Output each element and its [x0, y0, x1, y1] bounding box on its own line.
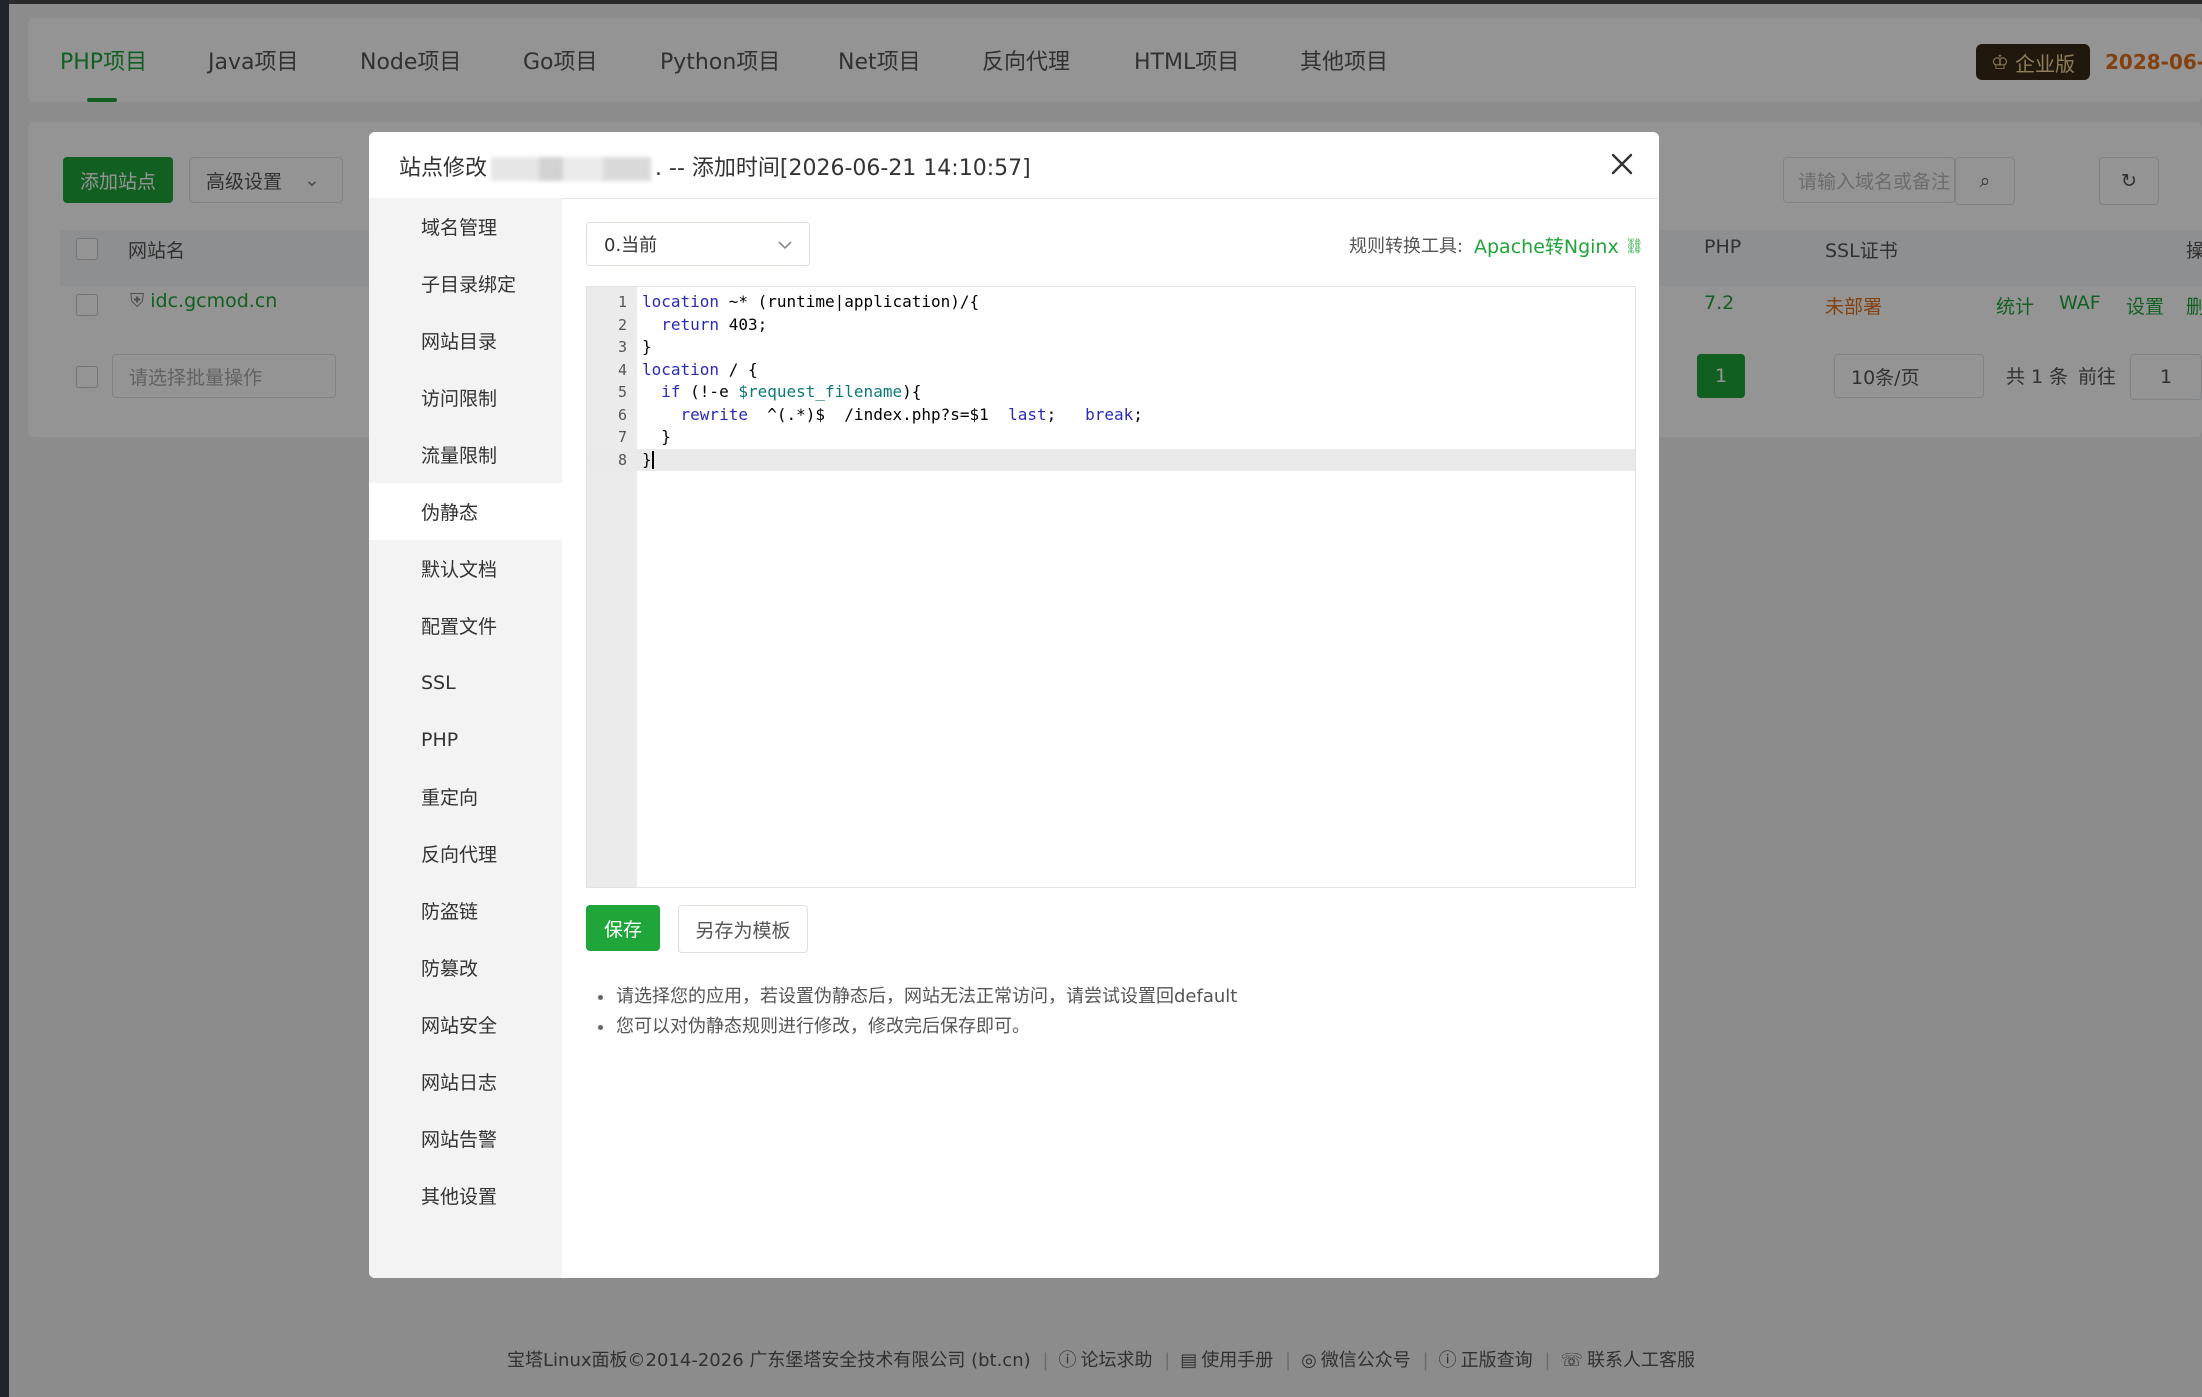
sidebar-item-alerts[interactable]: 网站告警 — [369, 1110, 562, 1167]
help-tips: 请选择您的应用，若设置伪静态后，网站无法正常访问，请尝试设置回default 您… — [594, 982, 1237, 1042]
sidebar-item-reverse-proxy[interactable]: 反向代理 — [369, 825, 562, 882]
sidebar-item-php[interactable]: PHP — [369, 711, 562, 768]
tip-item: 请选择您的应用，若设置伪静态后，网站无法正常访问，请尝试设置回default — [594, 982, 1237, 1012]
save-as-template-button[interactable]: 另存为模板 — [678, 905, 808, 953]
sidebar-item-subdir[interactable]: 子目录绑定 — [369, 255, 562, 312]
converter-link[interactable]: Apache转Nginx ⛓ — [1474, 232, 1644, 259]
site-edit-modal: 站点修改. -- 添加时间[2026-06-21 14:10:57] 域名管理 … — [369, 132, 1659, 1278]
tip-item: 您可以对伪静态规则进行修改，修改完后保存即可。 — [594, 1012, 1237, 1042]
sidebar-item-ssl[interactable]: SSL — [369, 654, 562, 711]
code-line[interactable]: 2 return 403; — [587, 314, 1635, 337]
close-icon[interactable] — [1607, 149, 1637, 179]
code-line[interactable]: 5 if (!-e $request_filename){ — [587, 381, 1635, 404]
sidebar-item-redirect[interactable]: 重定向 — [369, 768, 562, 825]
sidebar-item-default-doc[interactable]: 默认文档 — [369, 540, 562, 597]
code-line[interactable]: 6 rewrite ^(.*)$ /index.php?s=$1 last; b… — [587, 404, 1635, 427]
sidebar-item-security[interactable]: 网站安全 — [369, 996, 562, 1053]
sidebar-item-access-limit[interactable]: 访问限制 — [369, 369, 562, 426]
sidebar-item-tamper[interactable]: 防篡改 — [369, 939, 562, 996]
code-line-active[interactable]: 8} — [587, 448, 1635, 471]
rewrite-code-editor[interactable]: 1 location ~* (runtime|application)/{ 2 r… — [586, 286, 1636, 888]
sidebar-item-traffic-limit[interactable]: 流量限制 — [369, 426, 562, 483]
sidebar-item-hotlink[interactable]: 防盗链 — [369, 882, 562, 939]
modal-title: 站点修改. -- 添加时间[2026-06-21 14:10:57] — [399, 156, 1031, 181]
code-line[interactable]: 1 location ~* (runtime|application)/{ — [587, 291, 1635, 314]
save-button[interactable]: 保存 — [586, 905, 660, 951]
sidebar-item-domain[interactable]: 域名管理 — [369, 198, 562, 255]
link-icon: ⛓ — [1624, 236, 1644, 255]
converter-label: 规则转换工具: — [1349, 236, 1464, 257]
rewrite-template-select[interactable]: 0.当前 — [586, 222, 810, 266]
code-line[interactable]: 7 } — [587, 426, 1635, 449]
redacted-site-name — [491, 157, 652, 181]
sidebar-item-other[interactable]: 其他设置 — [369, 1167, 562, 1224]
sidebar-item-site-dir[interactable]: 网站目录 — [369, 312, 562, 369]
sidebar-item-rewrite[interactable]: 伪静态 — [369, 483, 562, 540]
sidebar-item-config-file[interactable]: 配置文件 — [369, 597, 562, 654]
chevron-down-icon — [778, 241, 792, 250]
modal-sidebar: 域名管理 子目录绑定 网站目录 访问限制 流量限制 伪静态 默认文档 配置文件 … — [369, 198, 562, 1278]
sidebar-item-logs[interactable]: 网站日志 — [369, 1053, 562, 1110]
code-line[interactable]: 3} — [587, 336, 1635, 359]
code-line[interactable]: 4 location / { — [587, 359, 1635, 382]
